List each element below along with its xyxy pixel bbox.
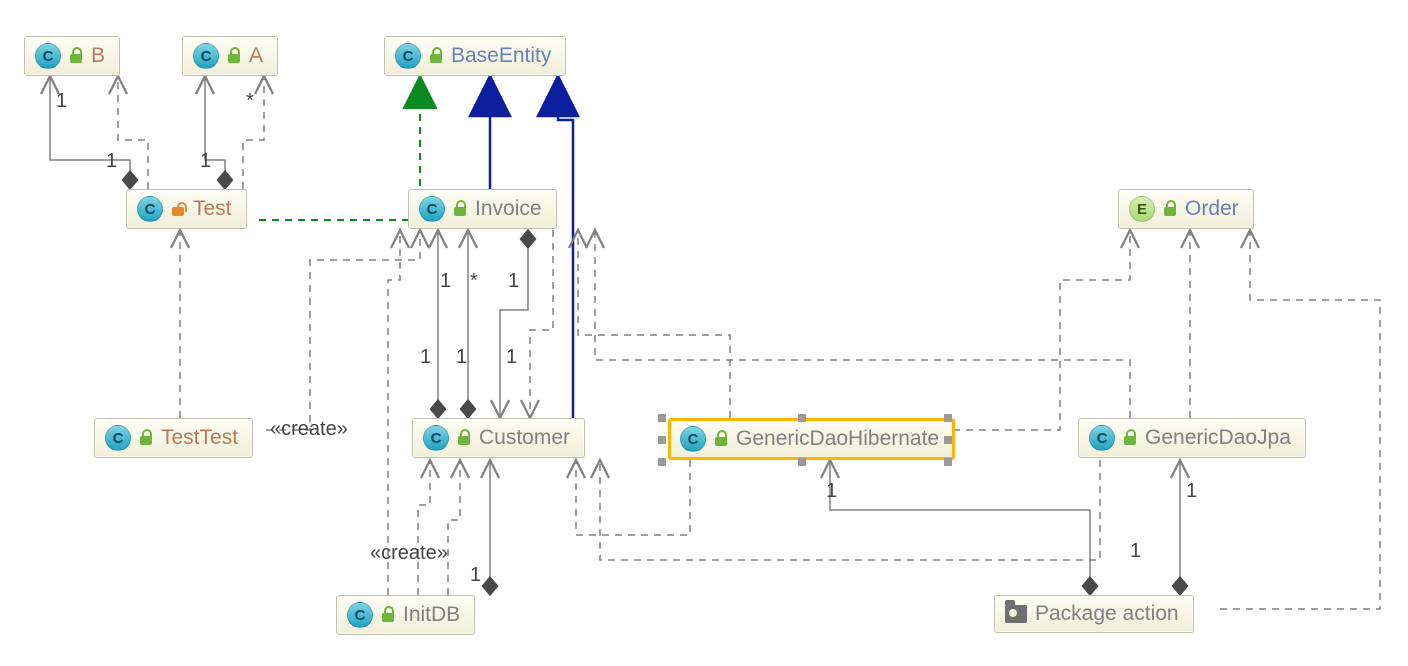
class-icon: C — [105, 425, 131, 451]
class-testtest[interactable]: C TestTest — [94, 418, 253, 458]
class-icon: C — [193, 43, 219, 69]
stereotype: «create» — [270, 418, 348, 441]
class-name: Order — [1185, 197, 1239, 221]
class-b[interactable]: C B — [24, 36, 120, 76]
selection-handle[interactable] — [798, 414, 806, 422]
multiplicity: 1 — [1130, 540, 1141, 563]
public-icon — [69, 49, 83, 63]
selection-handle[interactable] — [944, 436, 952, 444]
public-icon — [429, 49, 443, 63]
class-name: Customer — [479, 426, 570, 450]
multiplicity: 1 — [56, 90, 67, 113]
class-initdb[interactable]: C InitDB — [336, 595, 475, 635]
multiplicity: 1 — [420, 346, 431, 369]
class-name: Invoice — [475, 197, 542, 221]
package-icon — [1005, 605, 1027, 623]
public-icon — [453, 202, 467, 216]
class-name: A — [249, 44, 263, 68]
class-icon: C — [1089, 425, 1115, 451]
selection-handle[interactable] — [798, 458, 806, 466]
class-genericdaohibernate[interactable]: C GenericDaoHibernate — [668, 418, 955, 460]
public-icon — [1123, 431, 1137, 445]
public-icon — [381, 608, 395, 622]
diagram-canvas — [0, 0, 1408, 666]
multiplicity: 1 — [200, 150, 211, 173]
stereotype: «create» — [370, 542, 448, 565]
class-icon: C — [35, 43, 61, 69]
class-icon: C — [137, 196, 163, 222]
class-genericdaojpa[interactable]: C GenericDaoJpa — [1078, 418, 1306, 458]
class-name: GenericDaoHibernate — [736, 427, 939, 451]
class-name: TestTest — [161, 426, 238, 450]
public-icon — [1163, 202, 1177, 216]
class-icon: C — [423, 425, 449, 451]
class-name: GenericDaoJpa — [1145, 426, 1291, 450]
multiplicity: 1 — [826, 480, 837, 503]
class-invoice[interactable]: C Invoice — [408, 189, 557, 229]
multiplicity: 1 — [456, 346, 467, 369]
selection-handle[interactable] — [944, 414, 952, 422]
class-name: B — [91, 44, 105, 68]
selection-handle[interactable] — [658, 436, 666, 444]
class-name: BaseEntity — [451, 44, 551, 68]
class-icon: C — [347, 602, 373, 628]
enum-order[interactable]: E Order — [1118, 189, 1254, 229]
multiplicity: 1 — [508, 270, 519, 293]
class-icon: C — [419, 196, 445, 222]
multiplicity: * — [470, 270, 478, 293]
public-icon — [227, 49, 241, 63]
class-a[interactable]: C A — [182, 36, 278, 76]
public-icon — [139, 431, 153, 445]
multiplicity: 1 — [440, 270, 451, 293]
multiplicity: 1 — [506, 346, 517, 369]
selection-handle[interactable] — [944, 458, 952, 466]
public-icon — [457, 431, 471, 445]
class-customer[interactable]: C Customer — [412, 418, 585, 458]
class-test[interactable]: C Test — [126, 189, 247, 229]
class-icon: C — [395, 43, 421, 69]
class-name: Test — [193, 197, 232, 221]
public-icon — [714, 432, 728, 446]
multiplicity: * — [246, 90, 254, 113]
enum-icon: E — [1129, 196, 1155, 222]
package-name: Package action — [1035, 602, 1179, 626]
class-icon: C — [680, 426, 706, 452]
class-baseentity[interactable]: C BaseEntity — [384, 36, 566, 76]
multiplicity: 1 — [1186, 480, 1197, 503]
multiplicity: 1 — [106, 150, 117, 173]
multiplicity: 1 — [470, 564, 481, 587]
selection-handle[interactable] — [658, 458, 666, 466]
private-icon — [171, 202, 185, 216]
class-name: InitDB — [403, 603, 460, 627]
selection-handle[interactable] — [658, 414, 666, 422]
package-action[interactable]: Package action — [994, 595, 1194, 633]
